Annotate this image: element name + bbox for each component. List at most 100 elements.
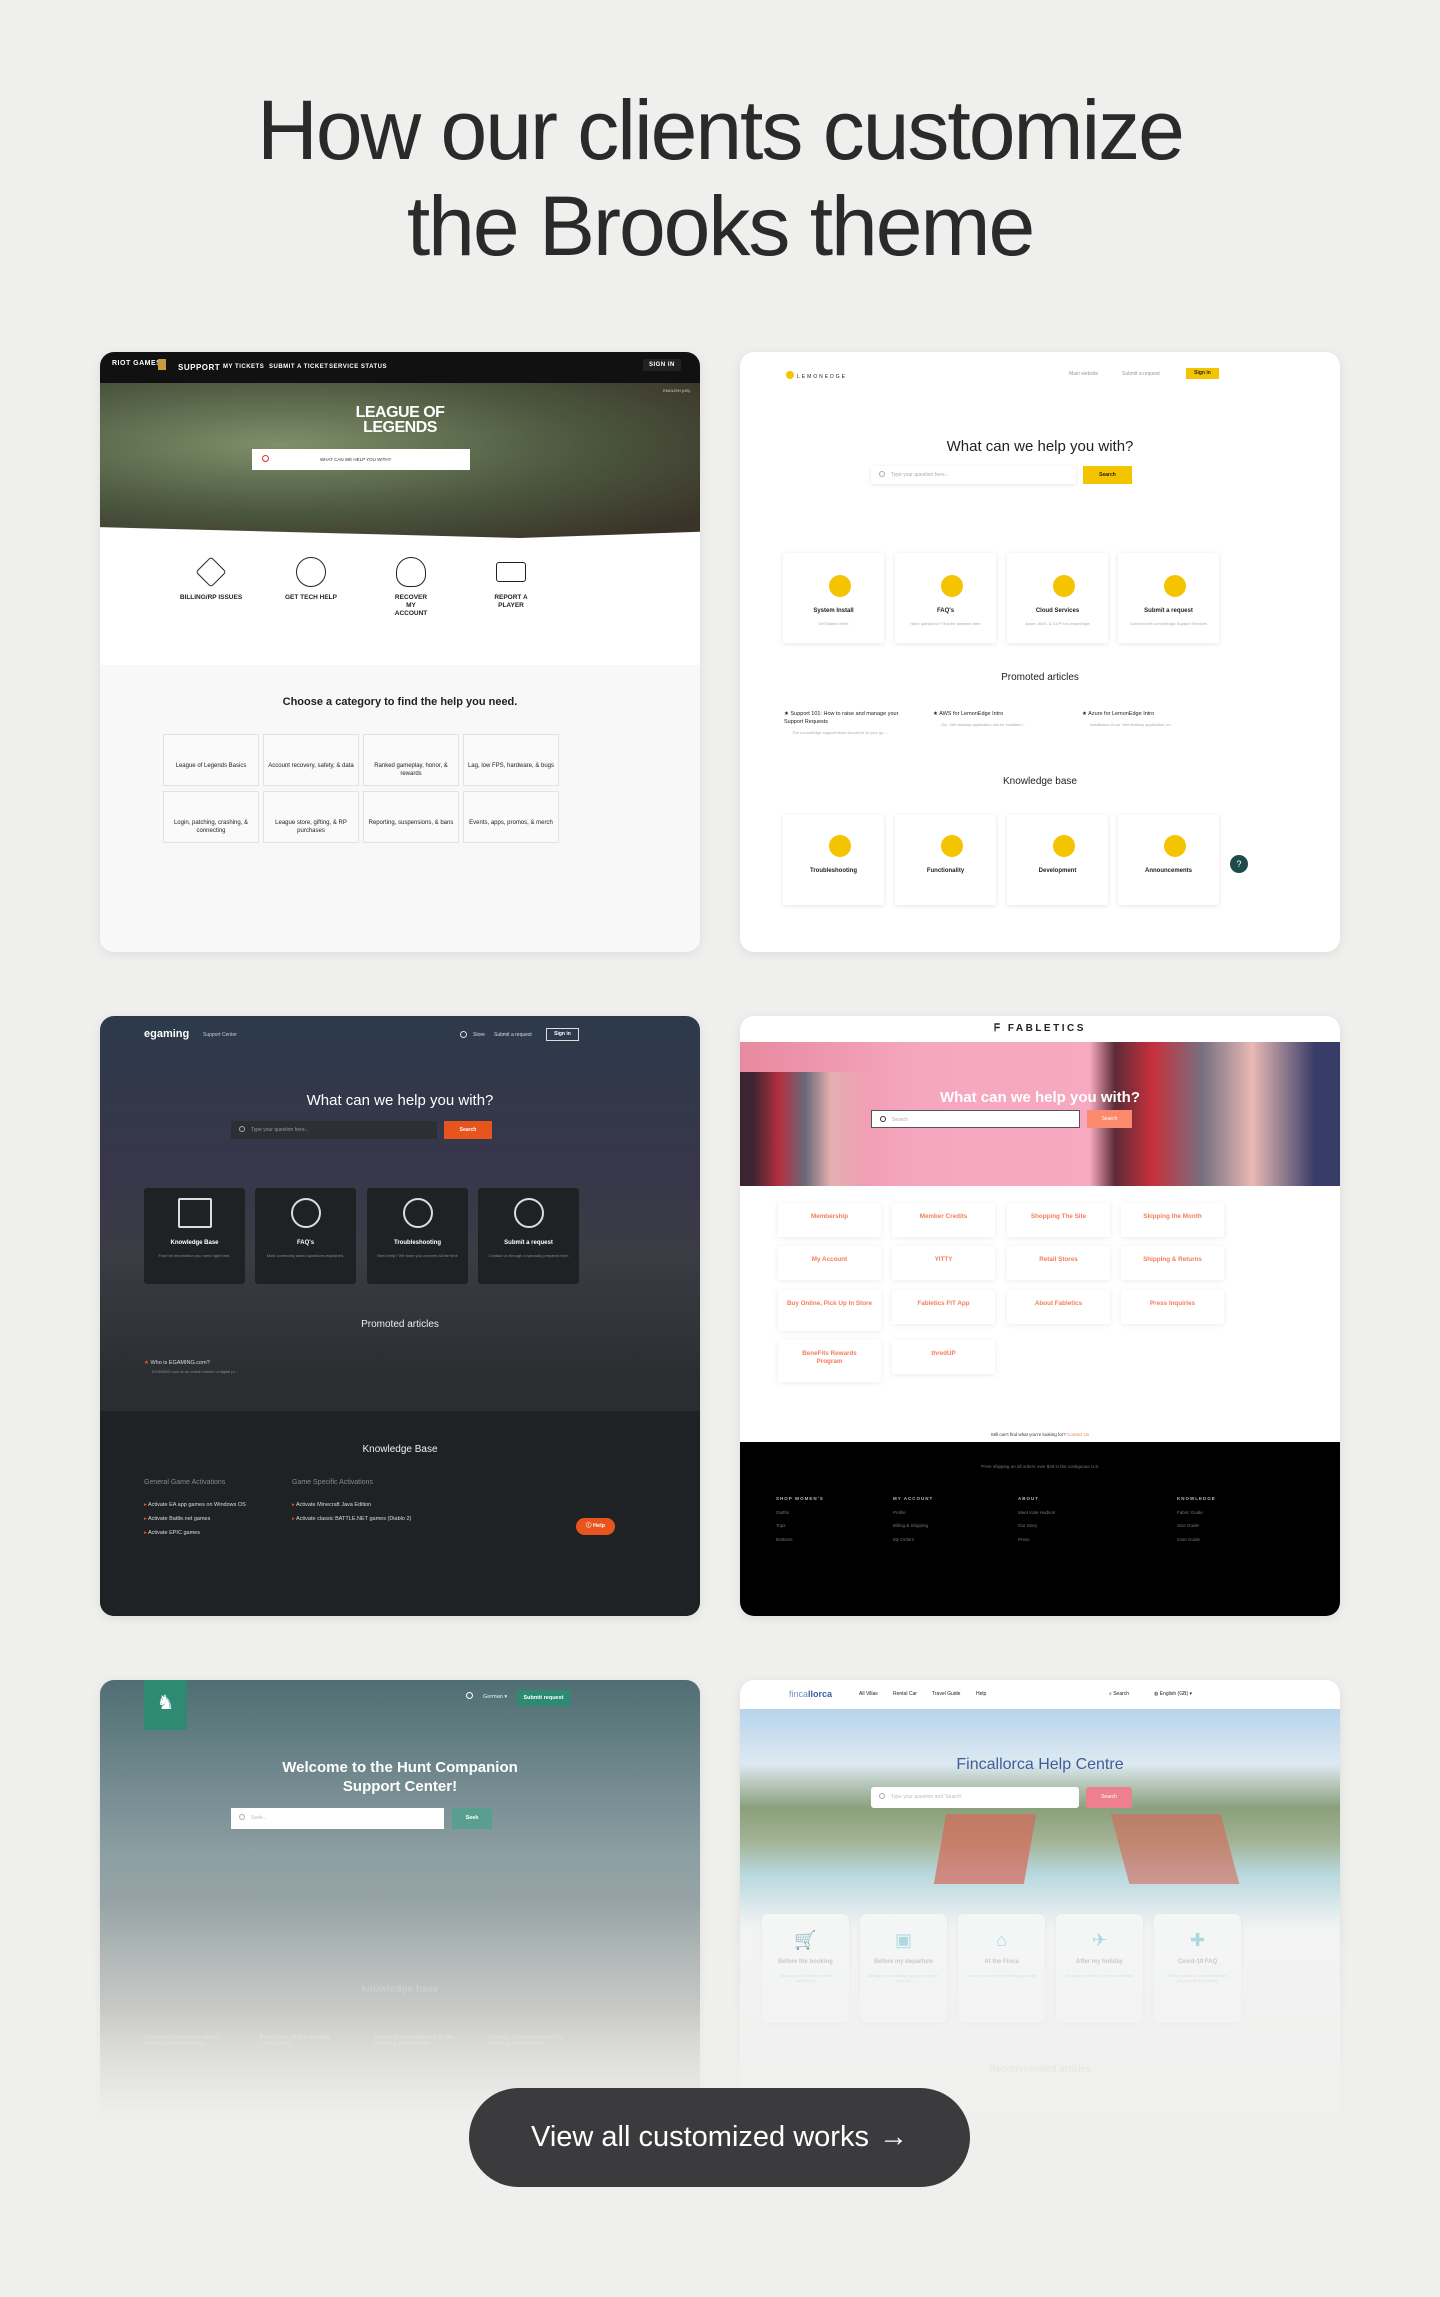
search-button[interactable]: Search [1087, 1110, 1132, 1128]
contact-us-link[interactable]: Contact Us [1067, 1432, 1089, 1437]
nav-support[interactable]: SUPPORT [178, 363, 220, 372]
showcase-league-of-legends[interactable]: RIOT GAMES SUPPORT MY TICKETS SUBMIT A T… [100, 352, 700, 952]
kb-card[interactable]: Development [1007, 815, 1108, 905]
category-card[interactable]: System Install Get Started Here [783, 553, 884, 643]
kb-link[interactable]: ▸ Activate Battle.net games [144, 1512, 246, 1526]
search-input[interactable]: Type your question here... [231, 1121, 437, 1139]
showcase-lemonedge[interactable]: LEMONEDGE Main website Submit a request … [740, 352, 1340, 952]
search-icon[interactable] [466, 1692, 473, 1699]
kb-card[interactable]: General information about hunting compan… [145, 2035, 235, 2047]
star-icon: ★ [144, 1360, 149, 1366]
category-card[interactable]: Troubleshooting Need help? We have you co… [367, 1188, 468, 1284]
topic-tile[interactable]: Member Credits [892, 1203, 995, 1237]
topic-tile[interactable]: My Account [778, 1246, 881, 1280]
showcase-fincallorca[interactable]: fincallorca All Villas Rental Car Travel… [740, 1680, 1340, 2280]
search-input[interactable]: Type your question and 'Search' [871, 1787, 1079, 1808]
topic-tile[interactable]: Shopping The Site [1007, 1203, 1110, 1237]
topic-tile[interactable]: Buy Online, Pick Up In Store [778, 1290, 881, 1331]
category-tile[interactable]: Events, apps, promos, & merch [463, 791, 559, 843]
kb-link[interactable]: ▸ Activate EA app games on Windows OS [144, 1498, 246, 1512]
search-button[interactable]: Search [444, 1121, 492, 1139]
nav-service-status[interactable]: SERVICE STATUS [329, 364, 387, 370]
topic-card[interactable]: ✚ Covid-19 FAQ All info related to travel … [1154, 1914, 1241, 2023]
nav-help[interactable]: Help [976, 1691, 986, 1697]
sign-in-button[interactable]: Sign in [546, 1028, 579, 1041]
category-card[interactable]: Submit a request Contact us through a spe… [478, 1188, 579, 1284]
category-tile[interactable]: Account recovery, safety, & data [263, 734, 359, 786]
category-card[interactable]: Knowledge Base Find the information you n… [144, 1188, 245, 1284]
topic-tile[interactable]: thredUP [892, 1340, 995, 1374]
category-card[interactable]: Cloud Services Azure, AWS, & GCP for Lemo… [1007, 553, 1108, 643]
topic-tile[interactable]: Press Inquiries [1121, 1290, 1224, 1324]
search-button[interactable]: Seek [452, 1808, 492, 1829]
sign-in-button[interactable]: SIGN IN [643, 359, 681, 371]
kb-card[interactable]: Free vs. Pro version of the hunting comp… [488, 2035, 578, 2047]
nav-my-tickets[interactable]: MY TICKETS [223, 364, 264, 370]
kb-card[interactable]: Announcements [1118, 815, 1219, 905]
category-tile[interactable]: Login, patching, crashing, & connecting [163, 791, 259, 843]
category-tile[interactable]: Lag, low FPS, hardware, & bugs [463, 734, 559, 786]
search-button[interactable]: Search [1086, 1787, 1132, 1808]
promoted-article[interactable]: ★ AWS for LemonEdge Intro Our .Net deskto… [933, 710, 1068, 729]
quick-tech-help[interactable]: GET TECH HELP [261, 557, 361, 602]
kb-card[interactable]: Troubleshooting [783, 815, 884, 905]
topic-tile[interactable]: Membership [778, 1203, 881, 1237]
search-input[interactable]: WHAT CAN WE HELP YOU WITH? [252, 449, 470, 470]
nav-rental-car[interactable]: Rental Car [893, 1691, 917, 1697]
category-card[interactable]: Submit a request Connect with LemonEdge S… [1118, 553, 1219, 643]
category-tile[interactable]: League store, gifting, & RP purchases [263, 791, 359, 843]
showcase-fabletics[interactable]: ᖴ FABLETICS What can we help you with? S… [740, 1016, 1340, 1616]
topic-tile[interactable]: BeneFits Rewards Program [778, 1340, 881, 1382]
nav-all-villas[interactable]: All Villas [859, 1691, 878, 1697]
topic-tile[interactable]: YITTY [892, 1246, 995, 1280]
category-card[interactable]: FAQ's Most commonly asked questions expla… [255, 1188, 356, 1284]
promoted-article[interactable]: ★ Who is EGAMING.com? EGAMING.com is an o… [144, 1360, 238, 1374]
promoted-article[interactable]: ★ Azure for LemonEdge Intro Installation … [1082, 710, 1217, 729]
nav-submit-request[interactable]: Submit a request [1122, 371, 1160, 377]
nav-store[interactable]: Store [473, 1032, 485, 1038]
view-all-works-button[interactable]: View all customized works → [469, 2088, 970, 2187]
nav-submit-request[interactable]: Submit a request [494, 1032, 532, 1038]
kb-link[interactable]: ▸ Activate EPIC games [144, 1526, 246, 1540]
language-select[interactable]: ENGLISH (US) [663, 388, 690, 393]
nav-search[interactable]: ⌕ Search [1109, 1691, 1129, 1697]
language-select[interactable]: ◍ English (GB) ▾ [1154, 1691, 1192, 1697]
topic-card[interactable]: ▣ Before my departure Manage your booking,… [860, 1914, 947, 2023]
sign-in-button[interactable]: Sign in [1186, 368, 1219, 379]
search-input[interactable]: Search [871, 1110, 1080, 1128]
help-button[interactable]: ⓘ Help [576, 1518, 615, 1535]
category-card[interactable]: FAQ's Have questions? Find the answers he… [895, 553, 996, 643]
topic-card[interactable]: ⌂ At the Finca In case you need help durin… [958, 1914, 1045, 2023]
category-tile[interactable]: League of Legends Basics [163, 734, 259, 786]
search-icon[interactable] [460, 1031, 467, 1038]
category-tile[interactable]: Reporting, suspensions, & bans [363, 791, 459, 843]
kb-card[interactable]: Functions of the hunting companion [260, 2035, 350, 2047]
quick-recover-account[interactable]: RECOVER MY ACCOUNT [361, 557, 461, 618]
search-input[interactable]: Type your question here... [871, 466, 1076, 484]
nav-submit-ticket[interactable]: SUBMIT A TICKET [269, 364, 328, 370]
showcase-hunt-companion[interactable]: ♞ German ▾ Submit request Welcome to the… [100, 1680, 700, 2280]
topic-tile[interactable]: Skipping the Month [1121, 1203, 1224, 1237]
language-select[interactable]: German ▾ [483, 1694, 507, 1700]
category-tile[interactable]: Ranked gameplay, honor, & rewards [363, 734, 459, 786]
kb-link[interactable]: ▸ Activate Minecraft Java Edition [292, 1498, 422, 1512]
topic-tile[interactable]: About Fabletics [1007, 1290, 1110, 1324]
topic-tile[interactable]: Retail Stores [1007, 1246, 1110, 1280]
nav-main-website[interactable]: Main website [1069, 371, 1098, 377]
topic-card[interactable]: ✈ After my holiday Request a refund or giv… [1056, 1914, 1143, 2023]
promoted-article[interactable]: ★ Support 101: How to raise and manage y… [784, 710, 919, 737]
nav-travel-guide[interactable]: Travel Guide [932, 1691, 960, 1697]
topic-tile[interactable]: Shipping & Returns [1121, 1246, 1224, 1280]
kb-card[interactable]: Functionality [895, 815, 996, 905]
search-input[interactable]: Seek... [231, 1808, 444, 1829]
kb-link[interactable]: ▸ Activate classic BATTLE.NET games (Dia… [292, 1512, 422, 1524]
quick-billing[interactable]: BILLING/RP ISSUES [161, 556, 261, 602]
showcase-egaming[interactable]: egaming Support Center Store Submit a re… [100, 1016, 700, 1616]
search-button[interactable]: Search [1083, 466, 1132, 484]
submit-request-button[interactable]: Submit request [517, 1690, 570, 1706]
quick-report-player[interactable]: REPORT A PLAYER [461, 557, 561, 610]
topic-card[interactable]: 🛒 Before the booking Book your Finca holid… [762, 1914, 849, 2023]
kb-card[interactable]: Account management in the hunting compan… [374, 2035, 464, 2047]
topic-tile[interactable]: Fabletics FIT App [892, 1290, 995, 1324]
help-widget-icon[interactable]: ? [1230, 855, 1248, 873]
